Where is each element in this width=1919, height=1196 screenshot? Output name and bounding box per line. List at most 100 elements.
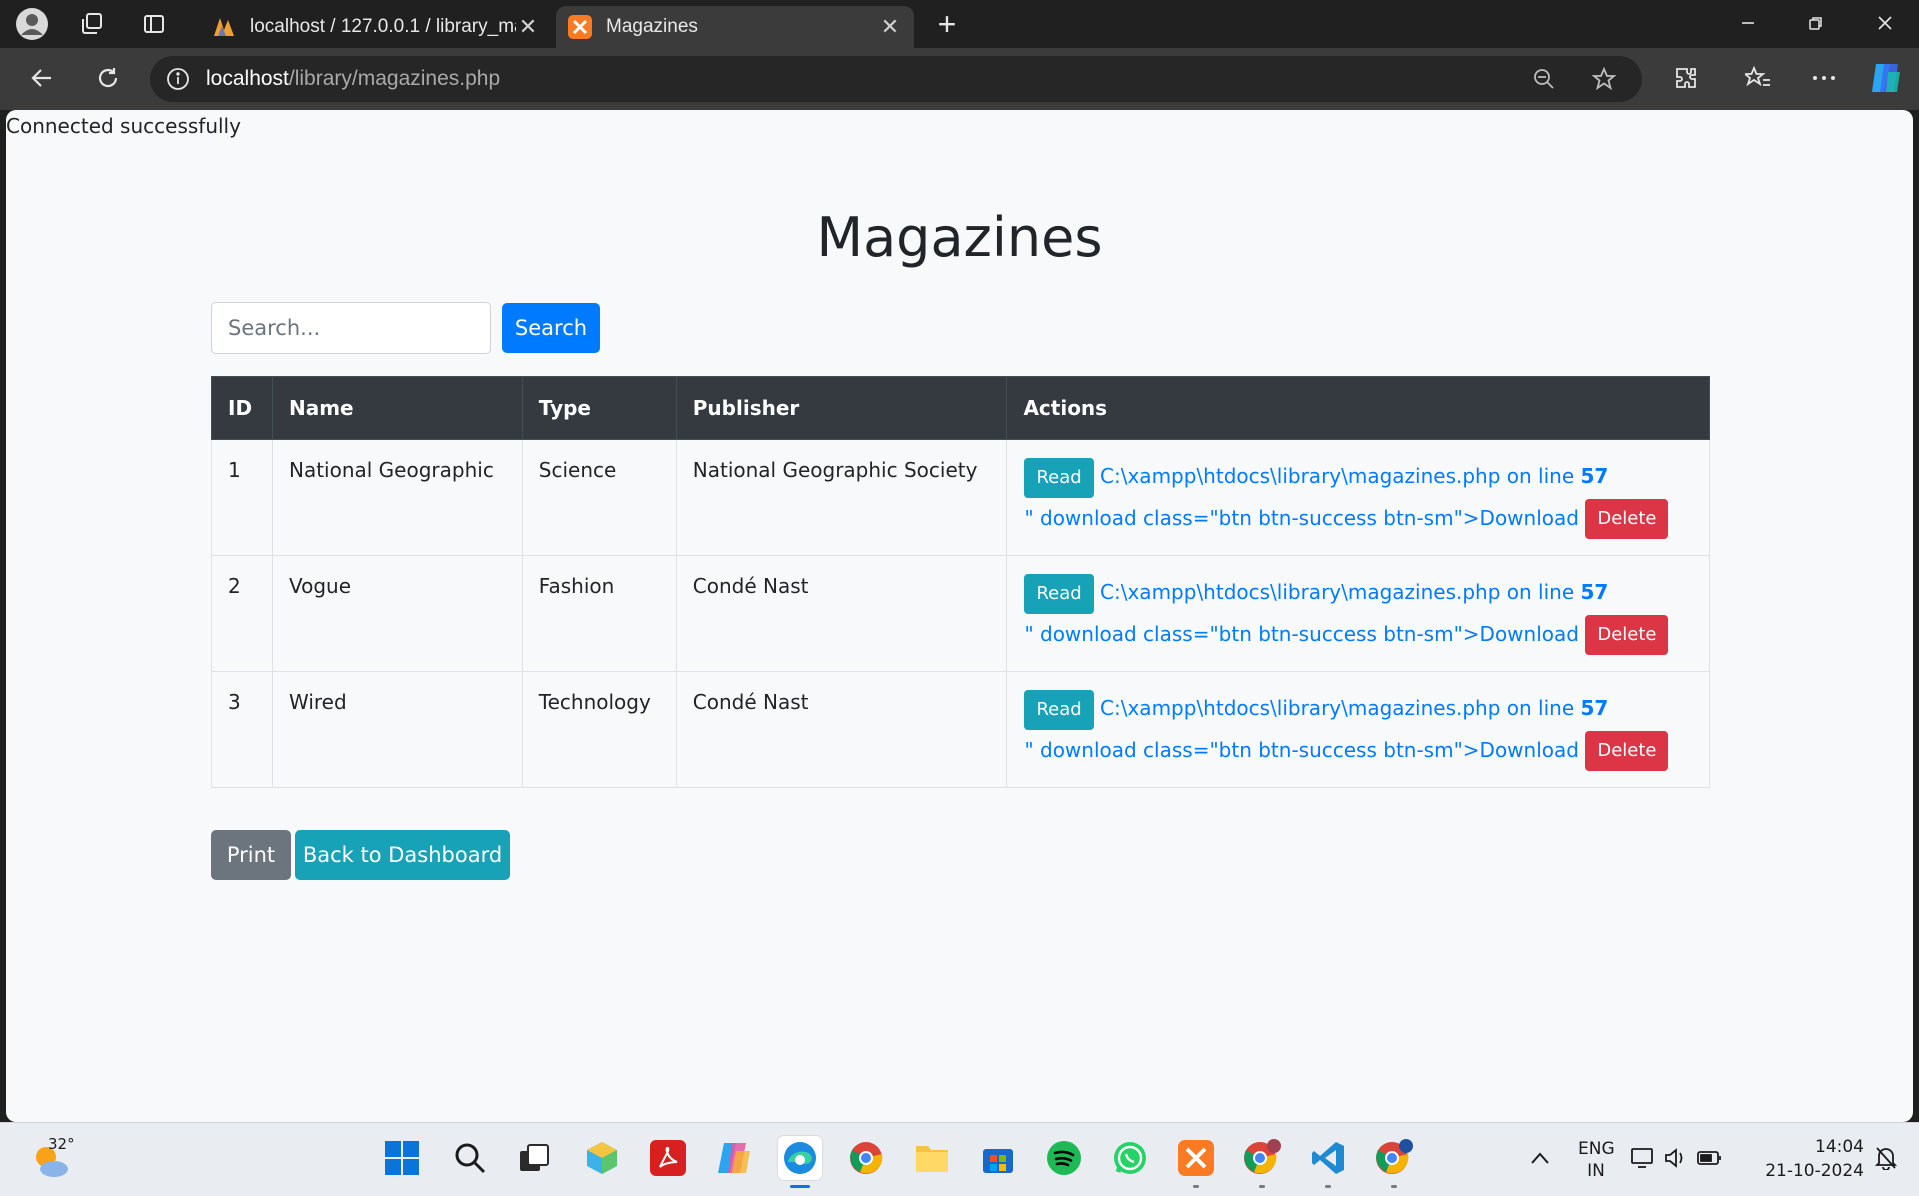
- active-indicator: [790, 1185, 810, 1188]
- close-window-icon[interactable]: [1851, 0, 1919, 46]
- error-line: 57: [1580, 464, 1609, 488]
- cell-type: Fashion: [521, 555, 677, 672]
- xampp-taskbar-icon[interactable]: [1174, 1136, 1218, 1188]
- error-link[interactable]: C:\xampp\htdocs\library\magazines.php on…: [1100, 464, 1608, 488]
- cell-id: 1: [211, 439, 273, 556]
- workspaces-icon[interactable]: [68, 6, 116, 42]
- download-link[interactable]: " download class="btn btn-success btn-sm…: [1024, 622, 1579, 646]
- input-region: IN: [1587, 1161, 1605, 1181]
- error-line: 57: [1580, 580, 1609, 604]
- read-button[interactable]: Read: [1024, 573, 1094, 614]
- chevron-up-icon[interactable]: [1518, 1136, 1562, 1180]
- browser-toolbar: localhost/library/magazines.php: [0, 48, 1919, 110]
- store-icon[interactable]: [976, 1136, 1020, 1180]
- refresh-icon[interactable]: [86, 58, 130, 98]
- input-language[interactable]: ENG: [1578, 1139, 1615, 1159]
- system-tray[interactable]: [1628, 1136, 1728, 1180]
- task-view-icon[interactable]: [512, 1136, 556, 1180]
- temperature: 32°: [48, 1135, 75, 1153]
- site-info-icon[interactable]: [150, 67, 206, 91]
- profile-icon[interactable]: [8, 6, 56, 42]
- chrome-profile-2-icon[interactable]: [1372, 1136, 1416, 1188]
- chrome-profile-icon[interactable]: [1240, 1136, 1284, 1188]
- delete-button[interactable]: Delete: [1585, 731, 1669, 771]
- zoom-out-icon[interactable]: [1524, 66, 1564, 92]
- xampp-icon: [568, 15, 592, 39]
- start-icon[interactable]: [380, 1136, 424, 1180]
- table-row: 2 Vogue Fashion Condé Nast Read C:\xampp…: [211, 555, 1710, 672]
- copilot-app-icon[interactable]: [712, 1136, 756, 1180]
- edge-icon[interactable]: [778, 1136, 822, 1188]
- table-row: 3 Wired Technology Condé Nast Read C:\xa…: [211, 671, 1710, 788]
- back-arrow-icon[interactable]: [20, 58, 64, 98]
- vscode-icon[interactable]: [1306, 1136, 1350, 1188]
- error-link[interactable]: C:\xampp\htdocs\library\magazines.php on…: [1100, 580, 1608, 604]
- tab-phpmyadmin[interactable]: localhost / 127.0.0.1 / library_man ✕: [200, 6, 552, 48]
- tab-magazines[interactable]: Magazines ✕: [556, 6, 914, 48]
- table-row: 1 National Geographic Science National G…: [211, 439, 1710, 556]
- tab-title: Magazines: [606, 16, 698, 37]
- notifications-icon[interactable]: [1868, 1136, 1904, 1180]
- error-path: C:\xampp\htdocs\library\magazines.php on…: [1100, 580, 1581, 604]
- close-tab-icon[interactable]: ✕: [516, 14, 540, 40]
- file-explorer-icon[interactable]: [910, 1136, 954, 1180]
- cell-actions: Read C:\xampp\htdocs\library\magazines.p…: [1006, 671, 1710, 788]
- print-button[interactable]: Print: [211, 830, 291, 880]
- chrome-icon[interactable]: [844, 1136, 888, 1180]
- running-indicator: [1193, 1185, 1199, 1188]
- read-button[interactable]: Read: [1024, 689, 1094, 730]
- favorites-icon[interactable]: [1736, 58, 1780, 98]
- weather-widget[interactable]: 32°: [30, 1135, 90, 1183]
- cell-name: Wired: [271, 671, 523, 788]
- cell-id: 2: [211, 555, 273, 672]
- favorite-star-icon[interactable]: [1584, 66, 1624, 92]
- cell-actions: Read C:\xampp\htdocs\library\magazines.p…: [1006, 555, 1710, 672]
- column-header-type: Type: [521, 376, 677, 440]
- search-button[interactable]: Search: [502, 303, 600, 353]
- tab-actions-icon[interactable]: [130, 6, 178, 42]
- cell-name: Vogue: [271, 555, 523, 672]
- delete-button[interactable]: Delete: [1585, 499, 1669, 539]
- cell-actions: Read C:\xampp\htdocs\library\magazines.p…: [1006, 439, 1710, 556]
- magazines-table: ID Name Type Publisher Actions 1 Nationa…: [211, 376, 1710, 788]
- restore-icon[interactable]: [1782, 0, 1850, 46]
- windows-taskbar: 32° ENG IN 14:04 21-10-2024: [0, 1122, 1919, 1196]
- copilot-icon[interactable]: [1864, 58, 1908, 98]
- column-header-name: Name: [271, 376, 523, 440]
- extensions-icon[interactable]: [1664, 58, 1708, 98]
- acrobat-icon[interactable]: [646, 1136, 690, 1180]
- download-link[interactable]: " download class="btn btn-success btn-sm…: [1024, 506, 1579, 530]
- close-tab-icon[interactable]: ✕: [878, 14, 902, 40]
- cell-type: Science: [521, 439, 677, 556]
- clock-time[interactable]: 14:04: [1758, 1137, 1864, 1157]
- search-input[interactable]: [211, 302, 491, 354]
- url-host: localhost: [206, 67, 289, 90]
- new-tab-icon[interactable]: +: [926, 6, 968, 42]
- whatsapp-icon[interactable]: [1108, 1136, 1152, 1180]
- running-indicator: [1391, 1185, 1397, 1188]
- download-link[interactable]: " download class="btn btn-success btn-sm…: [1024, 738, 1579, 762]
- page-viewport: Connected successfully Magazines Search …: [6, 110, 1913, 1122]
- cell-name: National Geographic: [271, 439, 523, 556]
- app-cube-icon[interactable]: [580, 1136, 624, 1180]
- tab-title: localhost / 127.0.0.1 / library_man: [250, 16, 516, 37]
- error-link[interactable]: C:\xampp\htdocs\library\magazines.php on…: [1100, 696, 1608, 720]
- column-header-publisher: Publisher: [675, 376, 1008, 440]
- url-text: localhost/library/magazines.php: [206, 67, 500, 91]
- cell-id: 3: [211, 671, 273, 788]
- error-path: C:\xampp\htdocs\library\magazines.php on…: [1100, 696, 1581, 720]
- spotify-icon[interactable]: [1042, 1136, 1086, 1180]
- cell-publisher: National Geographic Society: [675, 439, 1008, 556]
- column-header-id: ID: [211, 376, 273, 440]
- clock-date[interactable]: 21-10-2024: [1758, 1161, 1864, 1181]
- table-header-row: ID Name Type Publisher Actions: [211, 376, 1710, 440]
- delete-button[interactable]: Delete: [1585, 615, 1669, 655]
- running-indicator: [1325, 1185, 1331, 1188]
- more-options-icon[interactable]: [1802, 58, 1846, 98]
- back-to-dashboard-button[interactable]: Back to Dashboard: [295, 830, 510, 880]
- url-path: /library/magazines.php: [288, 67, 501, 90]
- read-button[interactable]: Read: [1024, 457, 1094, 498]
- address-bar[interactable]: localhost/library/magazines.php: [150, 56, 1642, 102]
- minimize-icon[interactable]: [1714, 0, 1782, 46]
- search-icon[interactable]: [448, 1136, 492, 1180]
